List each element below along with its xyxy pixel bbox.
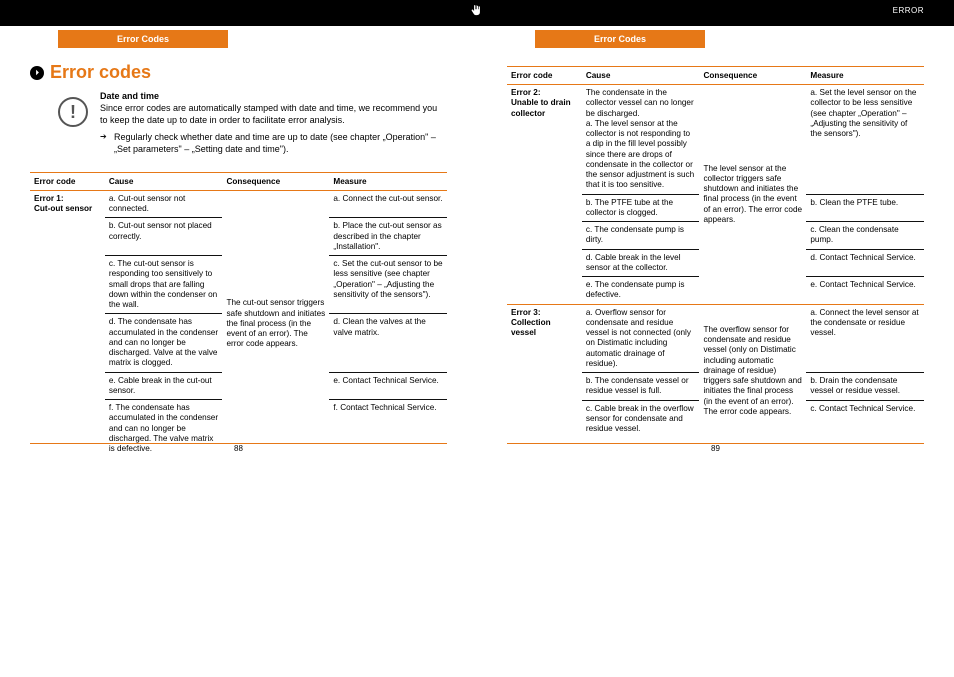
table-header-row: Error code Cause Consequence Measure	[507, 67, 924, 85]
cell-cause: c. Cable break in the overflow sensor fo…	[582, 400, 700, 437]
th-cause: Cause	[582, 67, 700, 85]
footer-right: 89	[507, 439, 924, 453]
cell-measure: e. Contact Technical Service.	[806, 277, 924, 305]
page-left: Error Codes Error codes ! Date and time …	[0, 26, 477, 467]
cell-cause: b. The condensate vessel or residue vess…	[582, 373, 700, 401]
cell-measure: c. Clean the condensate pump.	[806, 222, 924, 250]
cell-code: Error 2: Unable to drain collector	[507, 85, 582, 305]
note-heading: Date and time	[100, 91, 447, 101]
cell-measure: c. Set the cut-out sensor to be less sen…	[329, 256, 447, 314]
cell-cause: c. The condensate pump is dirty.	[582, 222, 700, 250]
cell-measure: a. Connect the level sensor at the conde…	[806, 304, 924, 373]
cell-cause: b. Cut-out sensor not placed correctly.	[105, 218, 223, 256]
th-measure: Measure	[806, 67, 924, 85]
page-number-right: 89	[507, 444, 924, 453]
note-body: Since error codes are automatically stam…	[100, 103, 447, 126]
cell-measure: d. Contact Technical Service.	[806, 249, 924, 277]
footer-left: 88	[30, 439, 447, 453]
table-row: Error 2: Unable to drain collector The c…	[507, 85, 924, 195]
cell-measure: a. Set the level sensor on the collector…	[806, 85, 924, 195]
page-number-left: 88	[30, 444, 447, 453]
cell-measure: b. Place the cut-out sensor as described…	[329, 218, 447, 256]
cell-consequence: The overflow sensor for condensate and r…	[699, 304, 806, 437]
cell-measure: d. Clean the valves at the valve matrix.	[329, 314, 447, 372]
section-label: ERROR	[893, 6, 924, 15]
table-row: Error 1: Cut-out sensor a. Cut-out senso…	[30, 190, 447, 218]
info-icon: !	[58, 97, 88, 127]
error-table-left: Error code Cause Consequence Measure Err…	[30, 172, 447, 458]
th-measure: Measure	[329, 172, 447, 190]
note-block: ! Date and time Since error codes are au…	[98, 91, 447, 162]
header-tab-right: Error Codes	[535, 30, 705, 48]
cell-cause: The condensate in the collector vessel c…	[582, 85, 700, 195]
cell-measure: e. Contact Technical Service.	[329, 372, 447, 400]
note-tip: Regularly check whether date and time ar…	[100, 132, 447, 155]
cell-code: Error 1: Cut-out sensor	[30, 190, 105, 457]
cell-measure: c. Contact Technical Service.	[806, 400, 924, 437]
cell-cause: e. Cable break in the cut-out sensor.	[105, 372, 223, 400]
chevron-right-icon	[30, 66, 44, 80]
cell-measure: b. Clean the PTFE tube.	[806, 194, 924, 222]
cell-measure: b. Drain the condensate vessel or residu…	[806, 373, 924, 401]
table-row: Error 3: Collection vessel a. Overflow s…	[507, 304, 924, 373]
cell-cause: b. The PTFE tube at the collector is clo…	[582, 194, 700, 222]
th-consequence: Consequence	[699, 67, 806, 85]
page-spread: Error Codes Error codes ! Date and time …	[0, 26, 954, 467]
error-table-right: Error code Cause Consequence Measure Err…	[507, 66, 924, 437]
th-code: Error code	[507, 67, 582, 85]
th-code: Error code	[30, 172, 105, 190]
cell-cause: e. The condensate pump is defective.	[582, 277, 700, 305]
th-consequence: Consequence	[222, 172, 329, 190]
cell-consequence: The cut-out sensor triggers safe shutdow…	[222, 190, 329, 457]
title-text: Error codes	[50, 62, 151, 83]
page-title: Error codes	[30, 62, 447, 83]
cell-cause: d. Cable break in the level sensor at th…	[582, 249, 700, 277]
hand-icon	[470, 0, 484, 20]
cell-cause: c. The cut-out sensor is responding too …	[105, 256, 223, 314]
cell-cause-a: a. The level sensor at the collector is …	[586, 119, 694, 190]
cell-code: Error 3: Collection vessel	[507, 304, 582, 437]
top-black-bar: ERROR	[0, 0, 954, 26]
cell-cause: a. Overflow sensor for condensate and re…	[582, 304, 700, 373]
page-right: Error Codes Error code Cause Consequence…	[477, 26, 954, 467]
cell-measure: a. Connect the cut-out sensor.	[329, 190, 447, 218]
header-tab-left: Error Codes	[58, 30, 228, 48]
cell-cause-intro: The condensate in the collector vessel c…	[586, 88, 694, 118]
cell-consequence: The level sensor at the collector trigge…	[699, 85, 806, 305]
table-header-row: Error code Cause Consequence Measure	[30, 172, 447, 190]
th-cause: Cause	[105, 172, 223, 190]
cell-cause: d. The condensate has accumulated in the…	[105, 314, 223, 372]
cell-cause: a. Cut-out sensor not connected.	[105, 190, 223, 218]
